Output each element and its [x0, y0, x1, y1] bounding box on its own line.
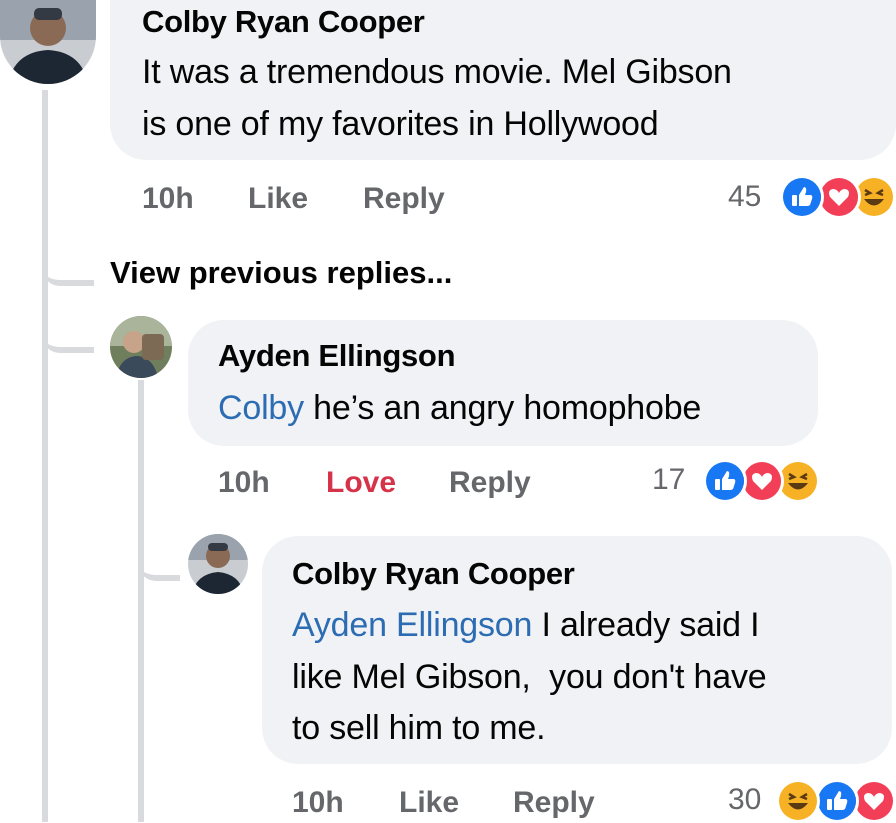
- avatar[interactable]: [110, 316, 172, 378]
- reply-text-body: I already said I: [532, 606, 760, 644]
- like-icon: [780, 175, 824, 219]
- like-icon: [815, 779, 859, 823]
- thread-elbow-view-previous: [42, 240, 94, 286]
- comment-timestamp[interactable]: 10h: [142, 182, 194, 216]
- avatar-photo: [110, 316, 172, 378]
- thread-elbow-reply1: [42, 315, 94, 353]
- mention-link[interactable]: Ayden Ellingson: [292, 606, 532, 644]
- like-icon: [703, 459, 747, 503]
- reply-text-line-1: Ayden Ellingson I already said I: [292, 600, 760, 650]
- reply-text: Colby he’s an angry homophobe: [218, 383, 701, 433]
- thread-elbow-reply2: [138, 535, 180, 581]
- thread-line-main: [42, 90, 48, 822]
- reply-button[interactable]: Reply: [363, 182, 445, 216]
- reply-button[interactable]: Reply: [449, 466, 531, 500]
- avatar-photo: [0, 0, 96, 84]
- reply-author[interactable]: Colby Ryan Cooper: [292, 556, 575, 592]
- love-button[interactable]: Love: [326, 466, 396, 500]
- reaction-count[interactable]: 30: [728, 783, 761, 817]
- reply-text-line-3: to sell him to me.: [292, 709, 546, 747]
- reply-timestamp[interactable]: 10h: [292, 786, 344, 820]
- comment-text-line-2: is one of my favorites in Hollywood: [142, 105, 659, 143]
- reaction-count[interactable]: 45: [728, 180, 761, 214]
- avatar[interactable]: [0, 0, 96, 84]
- avatar-photo: [188, 534, 248, 594]
- reaction-count[interactable]: 17: [652, 463, 685, 497]
- reply-author[interactable]: Ayden Ellingson: [218, 338, 456, 374]
- mention-link[interactable]: Colby: [218, 389, 304, 427]
- comment-text-line-1: It was a tremendous movie. Mel Gibson: [142, 53, 732, 91]
- haha-icon: [776, 779, 820, 823]
- reply-timestamp[interactable]: 10h: [218, 466, 270, 500]
- reply-text-body: he’s an angry homophobe: [303, 389, 702, 427]
- reply-button[interactable]: Reply: [513, 786, 595, 820]
- avatar[interactable]: [188, 534, 248, 594]
- like-button[interactable]: Like: [399, 786, 459, 820]
- comment-author[interactable]: Colby Ryan Cooper: [142, 4, 425, 40]
- view-previous-replies-link[interactable]: View previous replies...: [110, 255, 452, 291]
- like-button[interactable]: Like: [248, 182, 308, 216]
- reply-text-line-2: like Mel Gibson, you don't have: [292, 658, 767, 696]
- thread-line-reply: [138, 380, 144, 822]
